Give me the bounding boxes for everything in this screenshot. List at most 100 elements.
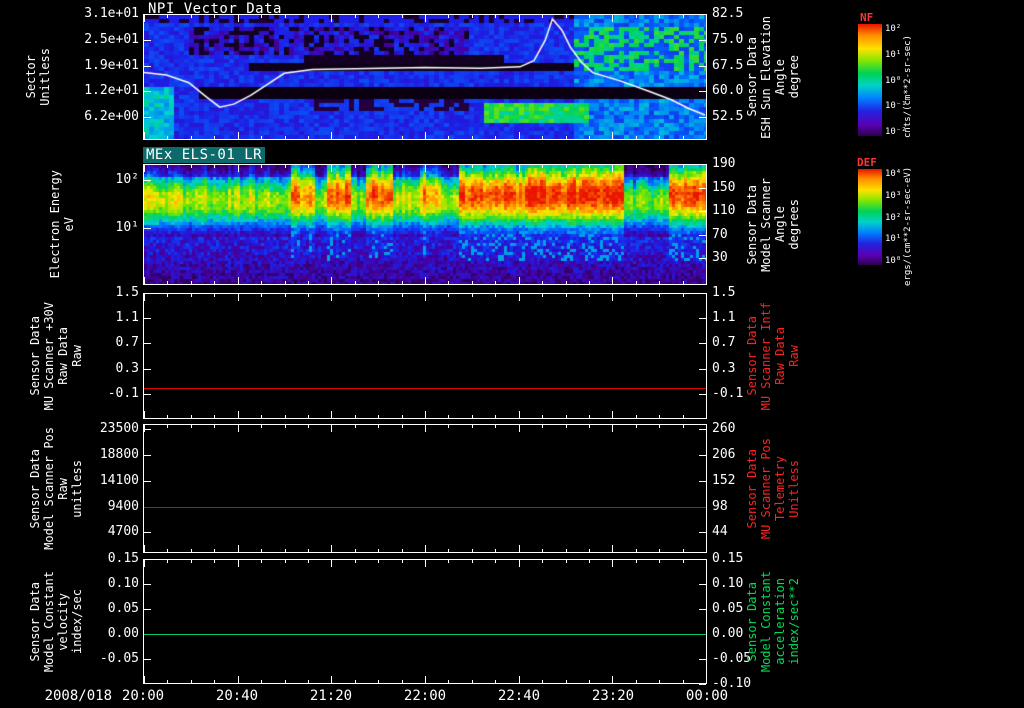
x-tick-mark (636, 680, 637, 683)
x-tick-mark (519, 165, 520, 172)
nf-colorbar-gradient (858, 24, 882, 136)
x-tick-mark (308, 560, 309, 563)
x-tick-mark (706, 132, 707, 139)
panel0-left-tick-label: 2.5e+01 (84, 31, 139, 47)
x-tick-mark (542, 136, 543, 139)
x-tick-mark (425, 15, 426, 22)
y-tick-mark (144, 293, 151, 294)
x-tick-mark (472, 136, 473, 139)
x-tick-mark (612, 545, 613, 552)
x-tick-mark (238, 560, 239, 567)
x-tick-mark (331, 294, 332, 301)
x-tick-mark (472, 15, 473, 18)
colorbar-tick-label: 10¹ (885, 50, 902, 60)
x-tick-mark (402, 549, 403, 552)
panel0-left-tick-label: 1.2e+01 (84, 83, 139, 99)
y-tick-mark (699, 258, 706, 260)
axis-label-line: Sensor Data (28, 581, 42, 662)
x-tick-mark (659, 560, 660, 563)
x-tick-mark (285, 165, 286, 168)
y-tick-mark (699, 684, 706, 685)
axis-label-line: Unitless (38, 48, 52, 106)
x-tick-mark (402, 415, 403, 418)
panel-els-title: MEx ELS-01 LR (143, 147, 266, 163)
axis-label-line: Sensor Data (745, 581, 759, 662)
axis-label-line: Sensor Data (28, 316, 42, 396)
axis-label-line: index/sec (70, 588, 84, 655)
x-tick-mark (378, 136, 379, 139)
npi-spectrogram-canvas (144, 15, 706, 139)
y-tick-mark (144, 659, 151, 660)
x-tick-mark (566, 549, 567, 552)
axis-label-line: MU Scanner +30V (42, 301, 56, 411)
x-tick-mark (519, 132, 520, 139)
x-tick-mark (402, 281, 403, 284)
x-tick-mark (448, 281, 449, 284)
x-tick-mark (636, 415, 637, 418)
x-tick-mark (308, 680, 309, 683)
y-tick-mark (144, 368, 151, 370)
model-scanner-pos-panel (143, 424, 707, 553)
x-tick-mark (589, 560, 590, 563)
x-tick-mark (191, 281, 192, 284)
x-tick-mark (448, 560, 449, 563)
x-tick-mark (425, 676, 426, 683)
x-tick-mark (191, 165, 192, 168)
mu-scanner-30v-panel (143, 293, 707, 419)
x-tick-mark (706, 294, 707, 301)
x-tick-mark (144, 425, 145, 432)
x-tick-mark (238, 425, 239, 432)
x-tick-mark (285, 281, 286, 284)
x-tick-mark (378, 549, 379, 552)
x-tick-mark (238, 277, 239, 284)
x-tick-mark (261, 680, 262, 683)
x-tick-mark (425, 545, 426, 552)
y-tick-mark (144, 393, 151, 395)
x-tick-mark (214, 15, 215, 18)
x-tick-mark (566, 294, 567, 297)
y-tick-mark (699, 187, 706, 189)
x-tick-mark (683, 294, 684, 297)
x-tick-mark (355, 560, 356, 563)
x-tick-mark (495, 165, 496, 168)
x-tick-mark (566, 415, 567, 418)
axis-label-line: Sensor Data (745, 184, 759, 265)
x-axis-date-label: 2008/018 (44, 688, 112, 704)
y-tick-mark (144, 117, 151, 119)
x-tick-mark (472, 294, 473, 297)
x-tick-mark (402, 680, 403, 683)
x-tick-mark (636, 425, 637, 428)
axis-label-line: Raw Data (773, 327, 787, 385)
x-tick-mark (214, 415, 215, 418)
panel3-right-axis-label: Sensor Data MU Scanner Pos Telemetry Unitle… (745, 424, 801, 553)
x-tick-mark (636, 15, 637, 18)
panel0-left-axis-label: Sector Unitless (24, 14, 52, 140)
x-tick-mark (402, 425, 403, 428)
x-tick-mark (636, 294, 637, 297)
x-tick-mark (495, 136, 496, 139)
y-tick-mark (699, 659, 706, 660)
y-tick-mark (144, 480, 151, 482)
els-spectrogram-panel (143, 164, 707, 285)
def-colorbar-title: DEF (857, 156, 877, 169)
x-tick-mark (542, 165, 543, 168)
x-tick-mark (612, 676, 613, 683)
colorbar-tick-label: 10⁰ (885, 76, 902, 86)
x-tick-mark (331, 560, 332, 567)
axis-label-line: Sector (24, 55, 38, 99)
x-tick-mark (144, 411, 145, 418)
y-tick-mark (699, 293, 706, 294)
axis-label-line: Angle (773, 58, 787, 96)
x-tick-mark (589, 425, 590, 428)
panel3-constant-line (144, 507, 706, 508)
def-colorbar-gradient (858, 169, 882, 265)
x-tick-mark (495, 549, 496, 552)
x-tick-mark (238, 545, 239, 552)
x-tick-mark (612, 15, 613, 22)
x-tick-mark (542, 560, 543, 563)
axis-label-line: MU Scanner Pos (759, 437, 773, 540)
x-tick-mark (519, 15, 520, 22)
x-tick-mark (425, 294, 426, 301)
x-tick-mark (285, 680, 286, 683)
x-tick-mark (566, 165, 567, 168)
